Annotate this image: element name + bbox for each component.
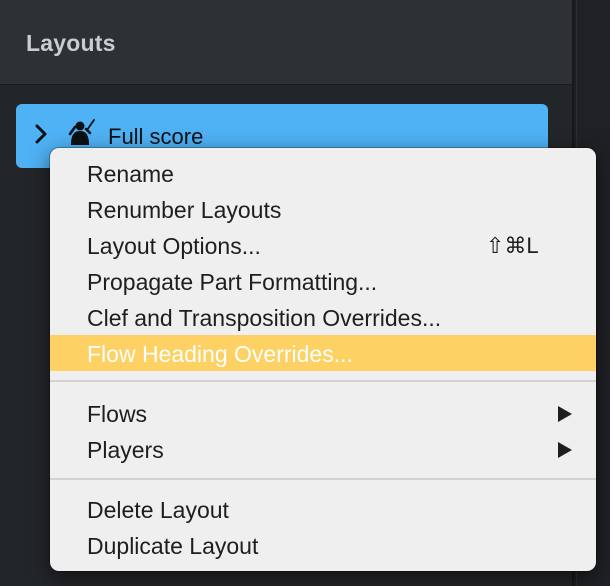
menu-item-layout-options[interactable]: Layout Options... ⇧⌘L bbox=[50, 227, 596, 263]
menu-item-flows[interactable]: Flows bbox=[50, 395, 596, 431]
conductor-icon bbox=[68, 119, 95, 145]
menu-separator bbox=[50, 478, 596, 480]
menu-item-rename[interactable]: Rename bbox=[50, 155, 596, 191]
menu-item-label: Propagate Part Formatting... bbox=[87, 269, 378, 295]
menu-item-players[interactable]: Players bbox=[50, 431, 596, 467]
panel-header: Layouts bbox=[0, 0, 572, 85]
menu-item-label: Flow Heading Overrides... bbox=[87, 341, 353, 367]
menu-item-label: Renumber Layouts bbox=[87, 197, 282, 223]
app-window: Layouts Full score Rename Renumber Layou… bbox=[0, 0, 610, 586]
menu-separator bbox=[50, 380, 596, 382]
panel-title: Layouts bbox=[26, 30, 116, 56]
menu-item-flow-heading-overrides[interactable]: Flow Heading Overrides... bbox=[50, 335, 596, 371]
menu-item-shortcut: ⇧⌘L bbox=[486, 233, 539, 258]
menu-item-label: Rename bbox=[87, 161, 174, 187]
context-menu: Rename Renumber Layouts Layout Options..… bbox=[50, 148, 596, 571]
menu-item-label: Players bbox=[87, 437, 164, 463]
menu-item-clef-transposition-overrides[interactable]: Clef and Transposition Overrides... bbox=[50, 299, 596, 335]
chevron-right-icon[interactable] bbox=[34, 122, 48, 146]
menu-item-label: Delete Layout bbox=[87, 497, 229, 523]
menu-item-renumber-layouts[interactable]: Renumber Layouts bbox=[50, 191, 596, 227]
menu-item-duplicate-layout[interactable]: Duplicate Layout bbox=[50, 527, 596, 563]
submenu-arrow-icon bbox=[558, 406, 572, 422]
menu-item-label: Flows bbox=[87, 401, 148, 427]
menu-item-label: Duplicate Layout bbox=[87, 533, 259, 559]
menu-item-propagate-part-formatting[interactable]: Propagate Part Formatting... bbox=[50, 263, 596, 299]
menu-item-label: Clef and Transposition Overrides... bbox=[87, 305, 442, 331]
menu-item-label: Layout Options... bbox=[87, 233, 261, 259]
layout-name: Full score bbox=[108, 124, 204, 149]
submenu-arrow-icon bbox=[558, 442, 572, 458]
menu-item-delete-layout[interactable]: Delete Layout bbox=[50, 491, 596, 527]
